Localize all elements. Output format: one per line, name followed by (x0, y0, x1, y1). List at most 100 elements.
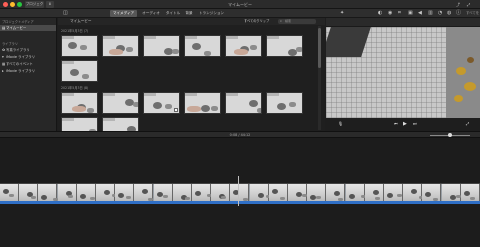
tab-audio[interactable]: オーディオ (139, 10, 163, 17)
sidebar-item-label: iMovie ライブラリ (6, 69, 36, 73)
clip-thumbnail[interactable] (102, 92, 139, 114)
sidebar-item-imovie-library[interactable]: ▾ iMovie ライブラリ (0, 54, 56, 60)
thumbnail-content (133, 102, 138, 107)
frame-content (195, 191, 201, 196)
clip-thumbnail[interactable] (61, 35, 98, 57)
thumbnail-content (72, 106, 86, 112)
clip-thumbnail[interactable] (102, 35, 139, 57)
frame-content (9, 194, 14, 197)
stabilization-icon[interactable]: ▣ (408, 10, 413, 17)
search-input[interactable]: 検索 (278, 19, 316, 24)
timeline-frame (384, 184, 403, 201)
fullscreen-play-icon[interactable]: ⤢ (466, 120, 469, 128)
thumbnail-content (126, 47, 133, 52)
thumbnail-content (226, 36, 238, 39)
video-wall-area (446, 27, 480, 132)
color-balance-icon[interactable]: ◐ (378, 10, 382, 17)
info-icon[interactable]: ⓘ (456, 10, 461, 17)
speed-icon[interactable]: ◔ (438, 10, 442, 17)
frame-content (221, 196, 227, 199)
frame-content (387, 193, 393, 198)
thumbnail-content (62, 118, 74, 121)
video-object (467, 57, 474, 63)
thumbnail-content (103, 118, 115, 121)
frame-content (279, 197, 285, 200)
timeline-frame (38, 184, 59, 201)
next-icon[interactable]: ⏭ (413, 120, 417, 128)
date-group-header-2: 2021年5月3日 (8) (61, 86, 89, 90)
microphone-icon[interactable]: 🎙 (338, 120, 343, 128)
color-correction-icon[interactable]: ◉ (388, 10, 392, 17)
previous-icon[interactable]: ⏮ (394, 120, 398, 128)
thumbnail-content (267, 93, 279, 96)
timeline-header: 0:08 / 44:12 (0, 131, 480, 138)
audio-track[interactable] (0, 201, 480, 204)
volume-icon[interactable]: ◀ (418, 10, 422, 17)
frame-content (271, 189, 278, 194)
playhead[interactable] (238, 176, 239, 206)
video-preview[interactable] (326, 27, 480, 132)
timeline-frame (441, 184, 461, 201)
clip-thumbnail[interactable] (143, 92, 180, 114)
frame-content (348, 194, 355, 199)
browser-scrollbar-thumb[interactable] (318, 28, 321, 68)
clip-thumbnail[interactable] (266, 92, 303, 114)
tab-backgrounds[interactable]: 背景 (183, 10, 195, 17)
thumbnail-content (62, 36, 74, 39)
video-object (454, 95, 463, 102)
filter-icon[interactable]: ◍ (447, 10, 451, 17)
frame-content (118, 193, 125, 198)
tab-transitions[interactable]: トランジション (197, 10, 226, 17)
sidebar-section-project-media: プロジェクトメディア (2, 20, 34, 24)
clip-thumbnail[interactable] (225, 35, 262, 57)
frame-content (79, 194, 86, 199)
clip-thumbnail[interactable] (184, 35, 221, 57)
thumbnail-content (165, 104, 172, 109)
tab-my-media[interactable]: マイメディア (110, 10, 137, 17)
magic-wand-icon[interactable]: ✦ (340, 10, 344, 17)
library-icon: ▾ (2, 55, 4, 59)
media-browser: マイムービー すべてのクリップ 検索 ⌕ 2021年5月3日 (7) 2021年… (58, 18, 325, 139)
thumbnail-content (144, 36, 156, 39)
thumbnail-content (201, 105, 210, 112)
sidebar-toggle-icon[interactable]: ◫ (63, 10, 68, 17)
video-track[interactable] (0, 183, 480, 201)
frame-content (463, 191, 470, 196)
frame-content (334, 191, 341, 196)
clip-thumbnail[interactable] (184, 92, 221, 114)
search-icon: ⌕ (280, 19, 282, 23)
timeline[interactable] (0, 138, 480, 247)
thumbnail-content (144, 93, 156, 96)
clip-filter-dropdown[interactable]: すべてのクリップ (244, 18, 269, 25)
clip-thumbnail[interactable] (61, 92, 98, 114)
play-icon[interactable]: ▶ (403, 120, 407, 128)
clip-thumbnail[interactable] (61, 60, 98, 82)
crop-icon[interactable]: ⌗ (398, 10, 401, 17)
browser-scrollbar[interactable] (318, 26, 321, 130)
timeline-frame (76, 184, 96, 201)
fullscreen-icon[interactable]: ⤢ (467, 0, 470, 9)
share-icon[interactable]: ⤴ (456, 0, 460, 9)
frame-content (41, 195, 48, 200)
clip-thumbnail[interactable] (225, 92, 262, 114)
timeline-frame (57, 184, 77, 201)
noise-reduction-icon[interactable]: ▥ (428, 10, 433, 17)
sidebar-section-libraries: ライブラリ (2, 42, 18, 46)
zoom-slider-knob[interactable] (448, 133, 452, 137)
timeline-frame (192, 184, 212, 201)
thumbnail-content (87, 108, 94, 113)
frame-content (257, 193, 264, 198)
sidebar-item-my-movie[interactable]: ▤ マイムービー (0, 25, 56, 31)
clip-thumbnail[interactable] (266, 35, 303, 57)
used-clip-marker (174, 108, 178, 112)
tab-titles[interactable]: タイトル (164, 10, 182, 17)
sidebar-item-photos-library[interactable]: ✿ 写真ライブラリ (0, 47, 56, 53)
sidebar-item-all-events[interactable]: ▦ すべてのイベント (0, 61, 56, 67)
sidebar-item-imovie-library-2[interactable]: ▸ iMovie ライブラリ (0, 68, 56, 74)
timeline-frame (460, 184, 480, 201)
frame-content (142, 189, 149, 194)
clip-thumbnail[interactable] (143, 35, 180, 57)
thumbnail-content (185, 36, 197, 39)
date-group-header-1: 2021年5月3日 (7) (61, 29, 89, 33)
frame-content (3, 189, 9, 194)
